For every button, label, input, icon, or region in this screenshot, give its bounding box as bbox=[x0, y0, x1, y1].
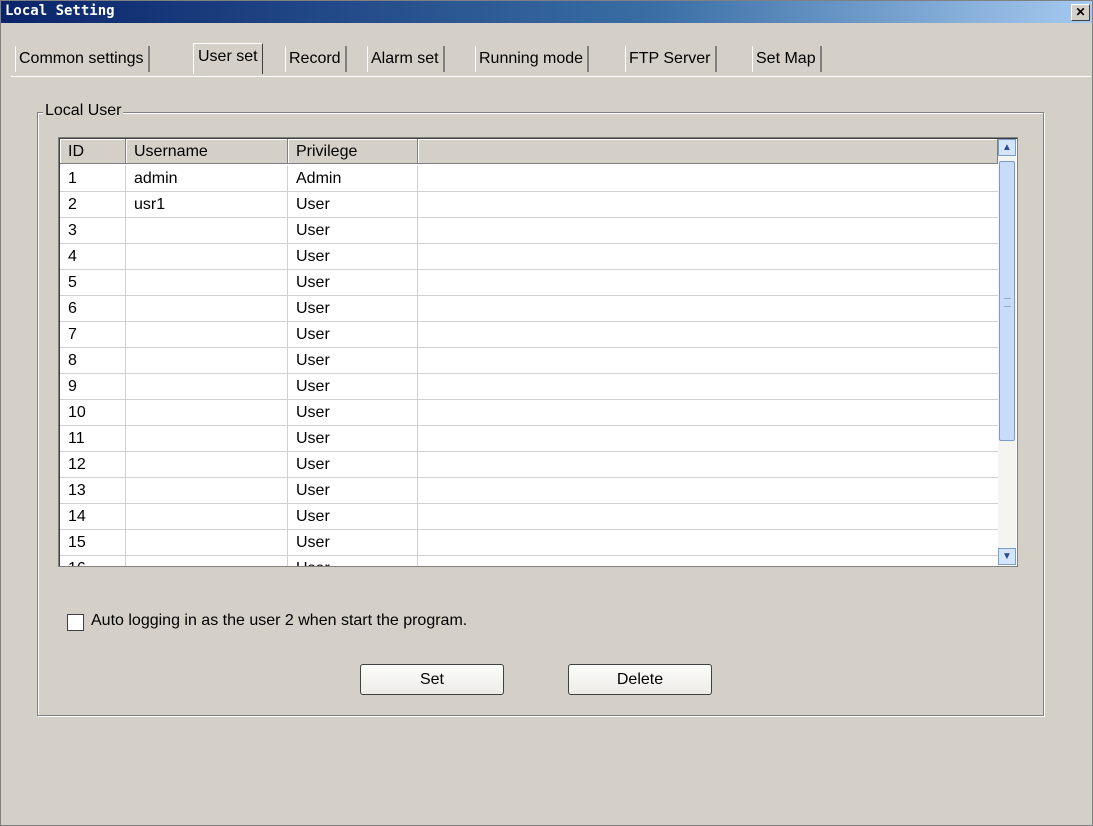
tab-alarm-set[interactable]: Alarm set bbox=[367, 46, 445, 72]
scroll-up-icon[interactable]: ▲ bbox=[998, 139, 1016, 156]
cell-id: 12 bbox=[60, 452, 126, 477]
list-header: ID Username Privilege bbox=[60, 139, 998, 165]
cell-id: 2 bbox=[60, 192, 126, 217]
column-header-id[interactable]: ID bbox=[60, 139, 126, 164]
cell-privilege: User bbox=[288, 374, 418, 399]
cell-username bbox=[126, 530, 288, 555]
table-row[interactable]: 2 usr1 User bbox=[60, 192, 998, 218]
table-row[interactable]: 1 admin Admin bbox=[60, 166, 998, 192]
cell-username bbox=[126, 348, 288, 373]
cell-id: 5 bbox=[60, 270, 126, 295]
cell-privilege: User bbox=[288, 504, 418, 529]
table-row[interactable]: 7 User bbox=[60, 322, 998, 348]
tab-set-map[interactable]: Set Map bbox=[752, 46, 822, 72]
cell-privilege: User bbox=[288, 530, 418, 555]
cell-username bbox=[126, 218, 288, 243]
list-rows: 1 admin Admin 2 usr1 User 3 User 4 User 5 User 6 User… bbox=[60, 166, 998, 566]
tab-ftp-server[interactable]: FTP Server bbox=[625, 46, 717, 72]
cell-id: 6 bbox=[60, 296, 126, 321]
table-row[interactable]: 5 User bbox=[60, 270, 998, 296]
cell-privilege: User bbox=[288, 192, 418, 217]
cell-privilege: User bbox=[288, 452, 418, 477]
cell-privilege: User bbox=[288, 270, 418, 295]
cell-privilege: User bbox=[288, 400, 418, 425]
cell-id: 15 bbox=[60, 530, 126, 555]
cell-id: 14 bbox=[60, 504, 126, 529]
cell-username bbox=[126, 374, 288, 399]
cell-privilege: User bbox=[288, 348, 418, 373]
title-bar: Local Setting ✕ bbox=[1, 1, 1092, 23]
close-button[interactable]: ✕ bbox=[1071, 4, 1090, 21]
tab-record[interactable]: Record bbox=[285, 46, 347, 72]
table-row[interactable]: 6 User bbox=[60, 296, 998, 322]
local-setting-window: Local Setting ✕ Common settings User set… bbox=[0, 0, 1093, 826]
set-button[interactable]: Set bbox=[360, 664, 504, 695]
window-title: Local Setting bbox=[5, 3, 115, 19]
scroll-down-icon[interactable]: ▼ bbox=[998, 548, 1016, 565]
cell-username bbox=[126, 244, 288, 269]
table-row[interactable]: 16 User bbox=[60, 556, 998, 566]
cell-id: 4 bbox=[60, 244, 126, 269]
tab-running-mode[interactable]: Running mode bbox=[475, 46, 590, 72]
cell-privilege: User bbox=[288, 296, 418, 321]
cell-privilege: User bbox=[288, 322, 418, 347]
cell-id: 16 bbox=[60, 556, 126, 566]
cell-username bbox=[126, 452, 288, 477]
table-row[interactable]: 8 User bbox=[60, 348, 998, 374]
cell-id: 10 bbox=[60, 400, 126, 425]
grip-icon bbox=[1004, 298, 1011, 307]
cell-privilege: User bbox=[288, 426, 418, 451]
tab-common-settings[interactable]: Common settings bbox=[15, 46, 150, 72]
cell-id: 8 bbox=[60, 348, 126, 373]
column-header-privilege[interactable]: Privilege bbox=[288, 139, 418, 164]
delete-button[interactable]: Delete bbox=[568, 664, 712, 695]
user-list[interactable]: ID Username Privilege 1 admin Admin 2 usr1 Us… bbox=[58, 137, 1018, 567]
column-header-username[interactable]: Username bbox=[126, 139, 288, 164]
table-row[interactable]: 11 User bbox=[60, 426, 998, 452]
cell-username: admin bbox=[126, 166, 288, 191]
cell-username: usr1 bbox=[126, 192, 288, 217]
table-row[interactable]: 3 User bbox=[60, 218, 998, 244]
cell-username bbox=[126, 400, 288, 425]
cell-id: 9 bbox=[60, 374, 126, 399]
table-row[interactable]: 9 User bbox=[60, 374, 998, 400]
cell-username bbox=[126, 504, 288, 529]
table-row[interactable]: 4 User bbox=[60, 244, 998, 270]
table-row[interactable]: 10 User bbox=[60, 400, 998, 426]
cell-privilege: User bbox=[288, 218, 418, 243]
cell-id: 1 bbox=[60, 166, 126, 191]
tab-user-set[interactable]: User set bbox=[193, 43, 263, 74]
cell-username bbox=[126, 478, 288, 503]
table-row[interactable]: 12 User bbox=[60, 452, 998, 478]
vertical-scrollbar[interactable]: ▲ ▼ bbox=[998, 139, 1016, 565]
column-header-empty bbox=[418, 139, 998, 164]
cell-privilege: User bbox=[288, 556, 418, 566]
cell-username bbox=[126, 296, 288, 321]
group-label: Local User bbox=[43, 102, 124, 120]
cell-id: 3 bbox=[60, 218, 126, 243]
scroll-thumb[interactable] bbox=[999, 161, 1015, 441]
table-row[interactable]: 15 User bbox=[60, 530, 998, 556]
tab-divider bbox=[11, 76, 1091, 77]
auto-login-checkbox[interactable] bbox=[67, 614, 84, 631]
cell-username bbox=[126, 322, 288, 347]
table-row[interactable]: 14 User bbox=[60, 504, 998, 530]
cell-id: 11 bbox=[60, 426, 126, 451]
cell-id: 7 bbox=[60, 322, 126, 347]
cell-username bbox=[126, 270, 288, 295]
table-row[interactable]: 13 User bbox=[60, 478, 998, 504]
cell-id: 13 bbox=[60, 478, 126, 503]
cell-privilege: User bbox=[288, 478, 418, 503]
cell-username bbox=[126, 556, 288, 566]
auto-login-label[interactable]: Auto logging in as the user 2 when start… bbox=[91, 612, 467, 630]
cell-privilege: User bbox=[288, 244, 418, 269]
cell-username bbox=[126, 426, 288, 451]
cell-privilege: Admin bbox=[288, 166, 418, 191]
